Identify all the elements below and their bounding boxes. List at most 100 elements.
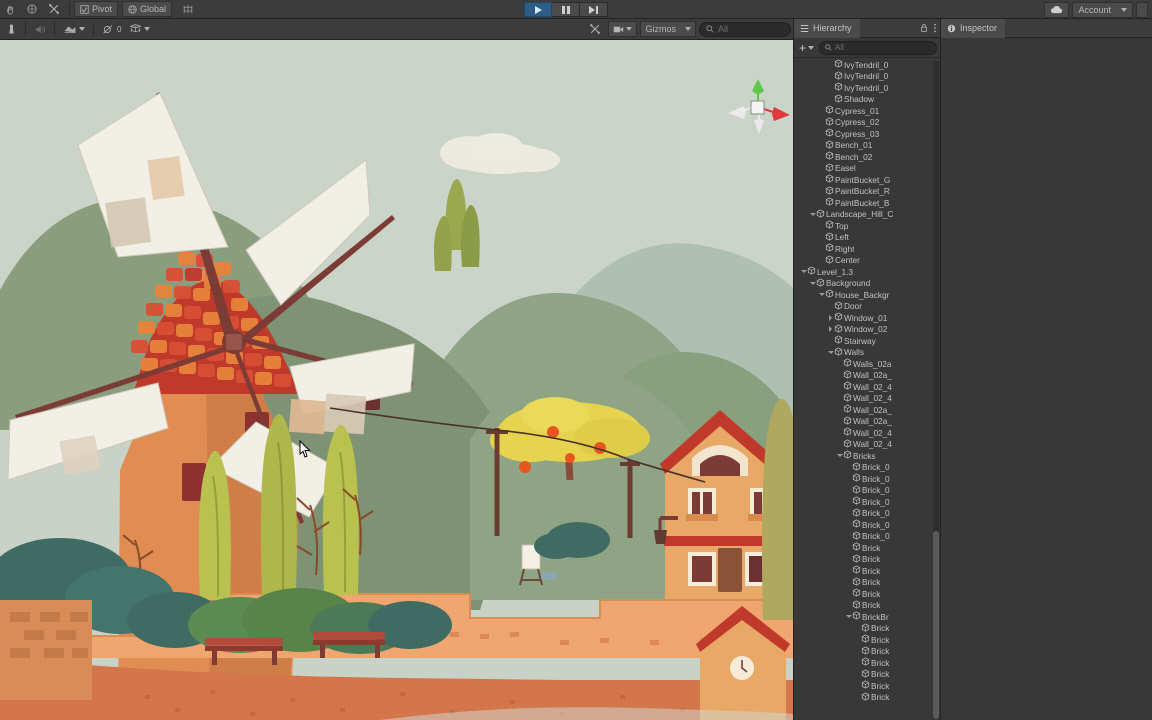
move-tool-button[interactable] [21,1,43,17]
hierarchy-row[interactable]: Window_02 [794,324,941,336]
hierarchy-row[interactable]: IvyTendril_0 [794,71,941,83]
hierarchy-row[interactable]: Brick [794,588,941,600]
expand-arrow-closed[interactable] [827,314,834,321]
lock-icon[interactable] [920,23,928,33]
hierarchy-row[interactable]: Wall_02_4 [794,393,941,405]
hierarchy-row[interactable]: Easel [794,163,941,175]
expand-arrow-open[interactable] [827,350,834,354]
hierarchy-row[interactable]: IvyTendril_0 [794,82,941,94]
expand-arrow-open[interactable] [809,212,816,216]
hierarchy-row[interactable]: Brick [794,680,941,692]
hierarchy-row[interactable]: Bench_02 [794,151,941,163]
hierarchy-row[interactable]: Door [794,301,941,313]
cloud-button[interactable] [1044,1,1070,18]
play-button[interactable] [524,2,552,17]
hierarchy-row[interactable]: Brick_0 [794,508,941,520]
hierarchy-row[interactable]: Walls [794,347,941,359]
hierarchy-row[interactable]: Walls_02a [794,358,941,370]
hierarchy-row[interactable]: Shadow [794,94,941,106]
hierarchy-row[interactable]: Landscape_Hill_C [794,209,941,221]
expand-arrow-open[interactable] [818,293,825,297]
hierarchy-row[interactable]: Cypress_02 [794,117,941,129]
hierarchy-row[interactable]: Brick [794,542,941,554]
hierarchy-row[interactable]: Cypress_03 [794,128,941,140]
effects-toggle-button[interactable]: 0 [98,21,125,37]
hierarchy-row[interactable]: Brick [794,646,941,658]
hierarchy-row[interactable]: Bricks [794,450,941,462]
hierarchy-tree[interactable]: IvyTendril_0 IvyTendril_0 IvyTendril_0 Shad… [794,59,941,720]
expand-arrow-open[interactable] [809,281,816,285]
hierarchy-row[interactable]: Brick_0 [794,485,941,497]
transform-tool-button[interactable] [43,1,65,17]
hierarchy-row-label: Wall_02a_ [853,370,892,381]
hierarchy-row[interactable]: Brick [794,669,941,681]
hierarchy-row[interactable]: Brick_0 [794,519,941,531]
hierarchy-row[interactable]: Level_1.3 [794,266,941,278]
hierarchy-scrollbar[interactable] [933,61,939,719]
grid-snap-button[interactable] [177,1,199,17]
hierarchy-row[interactable]: Window_01 [794,312,941,324]
hierarchy-row[interactable]: Brick [794,554,941,566]
hierarchy-row[interactable]: Wall_02_4 [794,427,941,439]
hierarchy-row[interactable]: Left [794,232,941,244]
pause-button[interactable] [552,2,580,17]
global-toggle-button[interactable]: Global [122,1,173,17]
grid-visibility-button[interactable] [125,21,154,37]
audio-toggle-button[interactable] [30,21,50,37]
hierarchy-row[interactable]: IvyTendril_0 [794,59,941,71]
hierarchy-row[interactable]: Bench_01 [794,140,941,152]
expand-arrow-open[interactable] [836,454,843,458]
hand-tool-button[interactable] [0,1,21,17]
layers-dropdown[interactable] [1136,1,1148,18]
pivot-toggle-button[interactable]: Pivot [74,1,119,17]
tab-hierarchy[interactable]: Hierarchy [794,18,860,38]
hierarchy-row[interactable]: Right [794,243,941,255]
expand-arrow-open[interactable] [845,615,852,619]
kebab-menu-icon[interactable] [933,23,937,33]
hierarchy-row[interactable]: Top [794,220,941,232]
add-object-button[interactable]: + [797,41,816,55]
hierarchy-row[interactable]: PaintBucket_G [794,174,941,186]
hierarchy-row[interactable]: Brick [794,657,941,669]
shading-mode-dropdown[interactable] [59,21,89,37]
hierarchy-row-label: Cypress_03 [835,128,880,139]
tab-inspector[interactable]: Inspector [941,18,1006,38]
hierarchy-row[interactable]: PaintBucket_B [794,197,941,209]
tools-button[interactable] [585,21,605,37]
hierarchy-row[interactable]: Wall_02a_ [794,370,941,382]
hierarchy-row[interactable]: Stairway [794,335,941,347]
hierarchy-row[interactable]: PaintBucket_R [794,186,941,198]
hierarchy-row[interactable]: Cypress_01 [794,105,941,117]
hierarchy-row[interactable]: Brick_0 [794,531,941,543]
expand-arrow-open[interactable] [800,270,807,274]
hierarchy-row[interactable]: Brick [794,692,941,704]
hierarchy-row[interactable]: Brick [794,565,941,577]
hierarchy-row[interactable]: Brick [794,600,941,612]
globe-icon [128,4,137,14]
hierarchy-row[interactable]: Wall_02_4 [794,439,941,451]
account-dropdown[interactable]: Account [1072,1,1133,18]
scene-search-input[interactable]: All [699,21,791,37]
hierarchy-search-input[interactable]: All [819,40,937,55]
step-button[interactable] [580,2,608,17]
hierarchy-scrollbar-thumb[interactable] [933,531,939,719]
hierarchy-row[interactable]: Brick_0 [794,473,941,485]
hierarchy-row[interactable]: Background [794,278,941,290]
scene-view-canvas[interactable] [0,40,793,720]
hierarchy-row[interactable]: Brick [794,623,941,635]
hierarchy-row[interactable]: BrickBr [794,611,941,623]
hierarchy-row[interactable]: Brick [794,577,941,589]
hierarchy-row[interactable]: Wall_02_4 [794,381,941,393]
gizmos-dropdown[interactable]: Gizmos [640,21,696,37]
hierarchy-row[interactable]: Brick_0 [794,462,941,474]
hierarchy-row[interactable]: House_Backgr [794,289,941,301]
hierarchy-row[interactable]: Center [794,255,941,267]
expand-arrow-closed[interactable] [827,326,834,333]
camera-settings-dropdown[interactable] [608,21,638,37]
scene-visibility-toggle[interactable] [2,21,21,37]
hierarchy-row[interactable]: Brick [794,634,941,646]
hierarchy-row[interactable]: Wall_02a_ [794,416,941,428]
hierarchy-row[interactable]: Wall_02a_ [794,404,941,416]
hierarchy-row[interactable]: Brick_0 [794,496,941,508]
scene-orientation-gizmo[interactable] [722,75,793,135]
